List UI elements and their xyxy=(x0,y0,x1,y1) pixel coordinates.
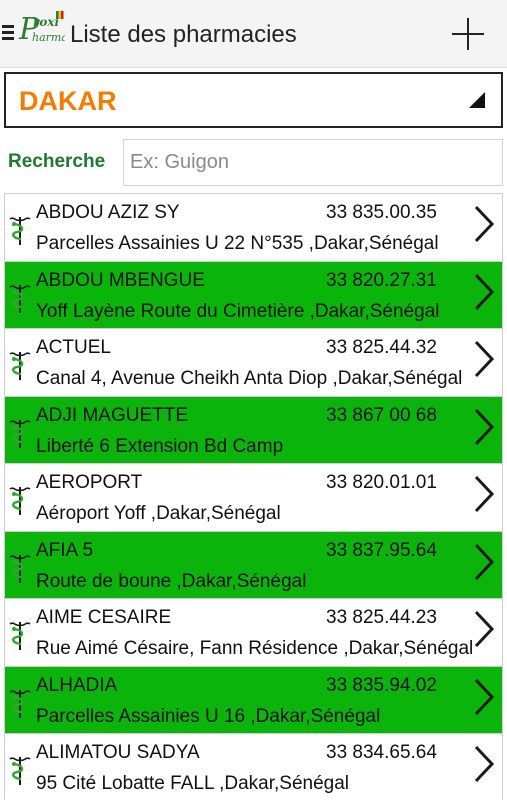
proxipharma-logo[interactable]: P roxi harma xyxy=(17,9,68,51)
pharmacy-row[interactable]: ABDOU AZIZ SY 33 835.00.35 Parcelles Ass… xyxy=(5,194,502,262)
pharmacy-address: Parcelles Assainies U 22 N°535 ,Dakar,Sé… xyxy=(36,233,439,254)
pharmacy-name: ADJI MAGUETTE xyxy=(36,404,189,426)
pharmacy-phone: 33 820.27.31 xyxy=(326,269,437,291)
pharmacy-address: Liberté 6 Extension Bd Camp xyxy=(36,435,284,457)
pharmacy-phone: 33 835.94.02 xyxy=(326,674,437,696)
chevron-right-icon[interactable] xyxy=(471,542,497,582)
page-title: Liste des pharmacies xyxy=(70,21,297,48)
pharmacy-phone: 33 834.65.64 xyxy=(326,742,437,763)
dropdown-caret-icon xyxy=(469,92,485,108)
pharmacy-row[interactable]: ALIMATOU SADYA 33 834.65.64 95 Cité Loba… xyxy=(5,734,502,800)
caduceus-icon xyxy=(9,622,31,650)
pharmacy-phone: 33 825.44.32 xyxy=(326,337,437,358)
pharmacy-address: Route de boune ,Dakar,Sénégal xyxy=(36,570,307,592)
hamburger-icon[interactable] xyxy=(2,25,14,41)
pharmacy-row[interactable]: ACTUEL 33 825.44.32 Canal 4, Avenue Chei… xyxy=(5,329,502,397)
pharmacy-name: AIME CESAIRE xyxy=(36,607,172,628)
svg-text:harma: harma xyxy=(32,31,65,44)
pharmacy-name: ALHADIA xyxy=(36,674,118,696)
pharmacy-address: Yoff Layène Route du Cimetière ,Dakar,Sé… xyxy=(36,300,440,322)
chevron-right-icon[interactable] xyxy=(471,204,497,244)
pharmacy-address: Canal 4, Avenue Cheikh Anta Diop ,Dakar,… xyxy=(36,368,463,389)
pharmacy-row[interactable]: ABDOU MBENGUE 33 820.27.31 Yoff Layène R… xyxy=(5,261,502,329)
pharmacy-name: AFIA 5 xyxy=(36,539,94,561)
pharmacy-name: ABDOU MBENGUE xyxy=(36,269,205,291)
pharmacy-address: Aéroport Yoff ,Dakar,Sénégal xyxy=(36,503,281,524)
caduceus-icon xyxy=(9,487,31,515)
pharmacy-row[interactable]: AIME CESAIRE 33 825.44.23 Rue Aimé Césai… xyxy=(5,599,502,667)
region-selected-value: DAKAR xyxy=(19,86,117,116)
region-dropdown[interactable]: DAKAR xyxy=(4,72,503,128)
caduceus-icon xyxy=(9,689,31,718)
chevron-right-icon[interactable] xyxy=(471,744,497,784)
pharmacy-address: Rue Aimé Césaire, Fann Résidence ,Dakar,… xyxy=(36,638,474,659)
pharmacy-phone: 33 837.95.64 xyxy=(326,539,437,561)
caduceus-icon xyxy=(9,554,31,583)
search-input[interactable] xyxy=(123,139,503,186)
chevron-right-icon[interactable] xyxy=(471,272,497,312)
chevron-right-icon[interactable] xyxy=(471,474,497,514)
pharmacy-row[interactable]: ADJI MAGUETTE 33 867 00 68 Liberté 6 Ext… xyxy=(5,396,502,464)
caduceus-icon xyxy=(9,757,31,785)
pharmacy-name: ABDOU AZIZ SY xyxy=(36,202,180,223)
pharmacy-row[interactable]: ALHADIA 33 835.94.02 Parcelles Assainies… xyxy=(5,666,502,734)
pharmacy-list[interactable]: ABDOU AZIZ SY 33 835.00.35 Parcelles Ass… xyxy=(4,193,503,800)
pharmacy-address: 95 Cité Lobatte FALL ,Dakar,Sénégal xyxy=(36,773,350,794)
caduceus-icon xyxy=(9,352,31,380)
pharmacy-address: Parcelles Assainies U 16 ,Dakar,Sénégal xyxy=(36,705,381,727)
pharmacy-name: ACTUEL xyxy=(36,337,111,358)
chevron-right-icon[interactable] xyxy=(471,339,497,379)
chevron-right-icon[interactable] xyxy=(471,677,497,717)
pharmacy-phone: 33 867 00 68 xyxy=(326,404,437,426)
add-icon[interactable] xyxy=(448,14,488,54)
caduceus-icon xyxy=(9,284,31,313)
caduceus-icon xyxy=(9,419,31,448)
pharmacy-row[interactable]: AFIA 5 33 837.95.64 Route de boune ,Daka… xyxy=(5,531,502,599)
chevron-right-icon[interactable] xyxy=(471,407,497,447)
pharmacy-phone: 33 825.44.23 xyxy=(326,607,437,628)
search-label: Recherche xyxy=(8,151,106,172)
pharmacy-phone: 33 835.00.35 xyxy=(326,202,437,223)
pharmacy-phone: 33 820.01.01 xyxy=(326,472,437,493)
action-bar: P roxi harma Liste des pharmacies xyxy=(0,0,507,68)
pharmacy-name: ALIMATOU SADYA xyxy=(36,742,200,763)
caduceus-icon xyxy=(9,217,31,245)
pharmacy-name: AEROPORT xyxy=(36,472,143,493)
chevron-right-icon[interactable] xyxy=(471,609,497,649)
pharmacy-row[interactable]: AEROPORT 33 820.01.01 Aéroport Yoff ,Dak… xyxy=(5,464,502,532)
svg-text:roxi: roxi xyxy=(33,15,59,29)
